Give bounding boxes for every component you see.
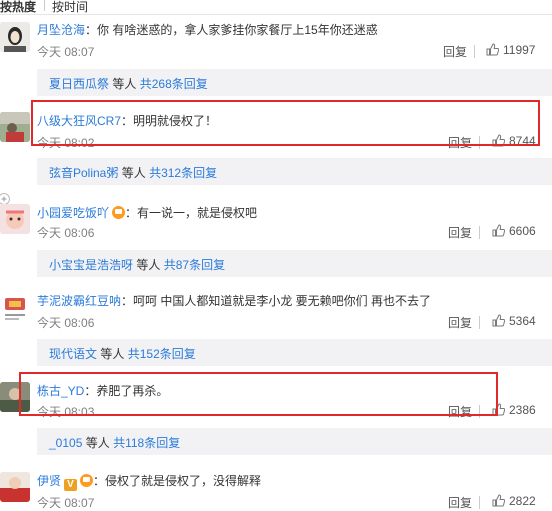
reply-button[interactable]: 回复 [448, 224, 472, 241]
avatar[interactable] [0, 22, 30, 52]
comment-body: 小园爱吃饭吖 ：有一说一，就是侵权吧 [37, 204, 257, 221]
sub-reply-summary[interactable]: 小宝宝是浩浩呀 等人 共87条回复 [37, 250, 552, 277]
like-button[interactable]: 5364 [492, 314, 536, 328]
reply-button[interactable]: 回复 [448, 494, 472, 511]
sub-reply-user[interactable]: 弦音Polina粥 [49, 166, 118, 180]
comment-time: 今天 08:07 [37, 45, 95, 59]
sub-reply-count-link[interactable]: 共118条回复 [113, 436, 180, 450]
username[interactable]: 伊贤 [37, 474, 61, 488]
thumbs-up-icon [492, 224, 506, 237]
sort-bar: 按热度 按时间 [0, 0, 552, 15]
sort-by-time-tab[interactable]: 按时间 [52, 0, 88, 15]
reply-button[interactable]: 回复 [443, 43, 467, 60]
sub-reply-count-link[interactable]: 共87条回复 [164, 258, 225, 272]
username[interactable]: 月坠沧海 [37, 23, 85, 37]
comment-text: ：你 有啥迷惑的，拿人家爹挂你家餐厅上15年你还迷惑 [85, 23, 378, 37]
sort-by-hot-tab[interactable]: 按热度 [0, 0, 36, 15]
sub-reply-summary[interactable]: 夏日西瓜祭 等人 共268条回复 [37, 69, 552, 96]
like-button[interactable]: 2386 [492, 403, 536, 417]
comment-text: ：有一说一，就是侵权吧 [125, 206, 258, 220]
sub-reply-user[interactable]: 小宝宝是浩浩呀 [49, 258, 133, 272]
highlight-box [31, 100, 540, 146]
action-divider [479, 316, 480, 329]
like-count: 5364 [509, 314, 536, 328]
comment-body: 芋泥波霸红豆呐：呵呵 中国人都知道就是李小龙 要无赖吧你们 再也不去了 [37, 292, 431, 309]
highlight-box [19, 372, 498, 416]
sub-reply-count-link[interactable]: 共152条回复 [128, 347, 196, 361]
action-divider [479, 226, 480, 239]
like-button[interactable]: 6606 [492, 224, 536, 238]
sub-reply-summary[interactable]: 弦音Polina粥 等人 共312条回复 [37, 158, 552, 185]
comment-time: 今天 08:06 [37, 316, 95, 330]
sub-reply-user[interactable]: _0105 [49, 436, 82, 450]
comment-text: ：呵呵 中国人都知道就是李小龙 要无赖吧你们 再也不去了 [121, 294, 432, 308]
sub-reply-count-link[interactable]: 共312条回复 [149, 166, 217, 180]
thumbs-up-icon [492, 314, 506, 327]
like-count: 11997 [503, 43, 536, 57]
sub-reply-summary[interactable]: 现代语文 等人 共152条回复 [37, 339, 552, 366]
avatar[interactable] [0, 112, 30, 142]
sort-divider [44, 0, 45, 11]
sub-reply-user[interactable]: 现代语文 [49, 347, 97, 361]
username[interactable]: 小园爱吃饭吖 [37, 206, 109, 220]
username[interactable]: 芋泥波霸红豆呐 [37, 294, 121, 308]
comment-time: 今天 08:07 [37, 496, 95, 510]
comment-body: 伊贤 V ：侵权了就是侵权了，没得解释 [37, 472, 261, 491]
thumbs-up-icon [492, 494, 506, 507]
like-count: 6606 [509, 224, 536, 238]
avatar[interactable] [0, 472, 30, 502]
sub-reply-count-link[interactable]: 共268条回复 [140, 77, 208, 91]
action-divider [479, 496, 480, 509]
verified-badge-icon: V [64, 479, 78, 491]
vip-badge-icon [80, 474, 94, 487]
like-button[interactable]: 11997 [486, 43, 535, 57]
sub-reply-user[interactable]: 夏日西瓜祭 [49, 77, 109, 91]
sub-reply-summary[interactable]: _0105 等人 共118条回复 [37, 428, 552, 455]
reply-button[interactable]: 回复 [448, 314, 472, 331]
vip-badge-icon [112, 206, 126, 219]
like-count: 2386 [509, 403, 536, 417]
thumbs-up-icon [486, 43, 500, 56]
comment-body: 月坠沧海：你 有啥迷惑的，拿人家爹挂你家餐厅上15年你还迷惑 [37, 21, 378, 38]
comment-text: ：侵权了就是侵权了，没得解释 [93, 474, 262, 488]
comment-time: 今天 08:06 [37, 226, 95, 240]
avatar[interactable] [0, 292, 30, 322]
avatar[interactable] [0, 204, 30, 234]
action-divider [474, 45, 475, 58]
